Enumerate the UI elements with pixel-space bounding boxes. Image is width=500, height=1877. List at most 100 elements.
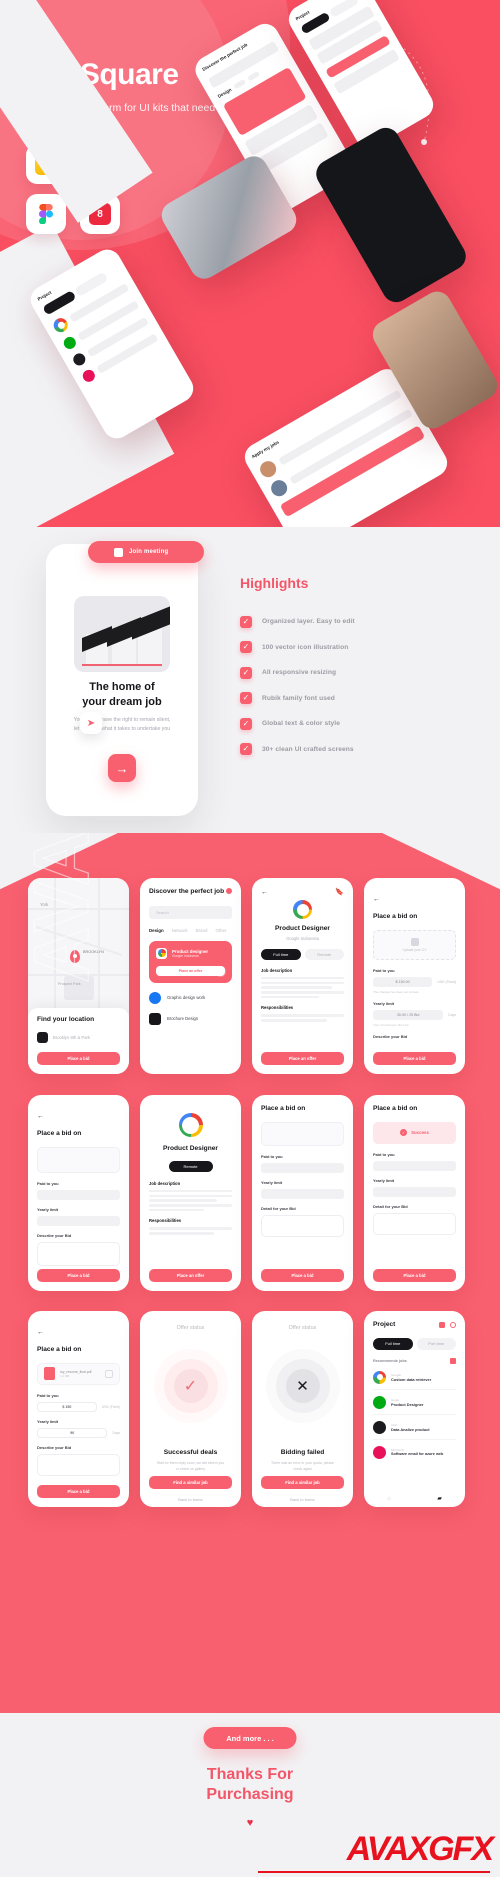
success-banner-label: Success: [411, 1130, 429, 1136]
field-value-paid[interactable]: $ 150: [62, 1405, 71, 1409]
screen-place-bid-c[interactable]: Place a bid on Paid to you Yearly limit …: [252, 1095, 353, 1291]
tab-remote[interactable]: Remote: [168, 1160, 213, 1172]
home-icon[interactable]: ⌂: [387, 1496, 391, 1502]
field-label-describe: Describe your Bid: [37, 1232, 72, 1238]
place-bid-title: Place a bid on: [37, 1346, 82, 1353]
field-value-paid[interactable]: $ 150.00: [396, 980, 410, 984]
tab-design[interactable]: Design: [149, 928, 164, 933]
job-title: Product Designer: [275, 925, 330, 932]
describe-textarea[interactable]: [37, 1241, 120, 1266]
notification-icon[interactable]: [439, 1322, 445, 1329]
screen-product-designer-google[interactable]: Product Designer Remote Job description …: [140, 1095, 241, 1291]
back-to-home-link[interactable]: Back to home: [149, 1497, 232, 1502]
place-offer-button[interactable]: Place an offer: [149, 1269, 232, 1282]
screen-place-bid-form[interactable]: ← Place a bid on Paid to you Yearly limi…: [28, 1095, 129, 1291]
delete-icon[interactable]: [105, 1369, 113, 1378]
thanks-line-1: Thanks For: [206, 1766, 294, 1783]
notification-dot-icon[interactable]: [226, 888, 232, 894]
bookmark-icon[interactable]: 🔖: [335, 888, 344, 896]
place-bid-title: Place a bid on: [373, 1105, 418, 1112]
back-to-home-link[interactable]: Back to home: [261, 1497, 344, 1502]
job-role: Software email for azure web: [391, 1452, 444, 1457]
avaxgfx-logo: AVAXGFX: [346, 1830, 494, 1868]
place-bid-button[interactable]: Place a bid: [373, 1269, 456, 1282]
detail-textarea[interactable]: [373, 1212, 456, 1235]
detail-textarea[interactable]: [261, 1214, 344, 1237]
job-role: Custom data retriever: [391, 1376, 432, 1382]
screen-place-bid-success[interactable]: Place a bid on ✓ Success Paid to you Yea…: [364, 1095, 465, 1291]
screen-place-bid-attachment[interactable]: ← Place a bid on my_resume_final.pdf 1.2…: [28, 1311, 129, 1507]
screen-discover-perfect-job[interactable]: Discover the perfect job Search Design N…: [140, 878, 241, 1074]
offer-status-title: Bidding failed: [280, 1449, 325, 1456]
screen-product-designer-detail[interactable]: ← 🔖 Product Designer Google Indonesia Fu…: [252, 878, 353, 1074]
field-value-yearly[interactable]: 30-90 / 25 Bid: [397, 1013, 419, 1017]
list-item: ✓ 30+ clean UI crafted screens: [240, 737, 355, 763]
field-unit-paid: USD (Fixed): [101, 1404, 120, 1409]
screen-find-location[interactable]: York BROOKLYN Prospect Park Find your lo…: [28, 878, 129, 1074]
tab-remote[interactable]: Remote: [304, 948, 344, 960]
check-icon: ✓: [240, 615, 252, 628]
screen-offer-status-success[interactable]: Offer status ✓ Successful deals Wait for…: [140, 1311, 241, 1507]
figma-badge[interactable]: [26, 194, 66, 234]
upload-dropzone[interactable]: Upload your CV: [373, 929, 456, 960]
dream-job-heading-line1: The home of: [89, 681, 155, 693]
place-bid-button[interactable]: Place a bid: [373, 1052, 456, 1065]
tab-network[interactable]: Network: [172, 928, 188, 933]
join-meeting-button[interactable]: Join meeting: [88, 541, 204, 563]
highlight-label: 100 vector icon illustration: [262, 643, 349, 651]
place-offer-button[interactable]: Place an offer: [179, 969, 203, 973]
field-label-yearly: Yearly limit: [261, 1179, 283, 1185]
grid-view-icon[interactable]: [450, 1357, 456, 1364]
attachment-row[interactable]: [261, 1121, 344, 1146]
upload-label: Upload your CV: [402, 947, 427, 952]
dream-job-heading-line2: your dream job: [82, 695, 162, 708]
field-value-yearly[interactable]: 90: [70, 1431, 74, 1435]
tab-other[interactable]: Other: [215, 928, 226, 933]
hero-mock-tab-design: Design: [216, 86, 233, 99]
check-icon: ✓: [240, 666, 252, 679]
bookmark-icon[interactable]: [215, 965, 226, 977]
highlight-label: Organized layer. Easy to edit: [262, 618, 355, 626]
place-bid-button[interactable]: Place a bid: [261, 1269, 344, 1282]
back-arrow-icon[interactable]: ←: [261, 889, 268, 896]
search-icon[interactable]: [450, 1322, 456, 1329]
screen-project-list[interactable]: Project Full time Part time Recommends j…: [364, 1311, 465, 1507]
place-offer-button[interactable]: Place an offer: [261, 1052, 344, 1065]
place-bid-title: Place a bid on: [373, 913, 418, 920]
send-icon[interactable]: ➤: [80, 712, 102, 734]
find-similar-job-button[interactable]: Find a similar job: [149, 1476, 232, 1489]
arrow-right-icon[interactable]: →: [108, 754, 136, 782]
tab-full-time[interactable]: Full time: [261, 948, 301, 960]
list-item-label: Graphic design work: [167, 995, 206, 1001]
place-bid-button[interactable]: Place a bid: [37, 1269, 120, 1282]
back-arrow-icon[interactable]: ←: [37, 1329, 44, 1336]
field-label-yearly: Yearly limit: [373, 1177, 395, 1183]
attachment-row[interactable]: my_resume_final.pdf 1.2 MB: [37, 1362, 120, 1385]
describe-textarea[interactable]: [37, 1453, 120, 1476]
search-input[interactable]: Search: [156, 910, 169, 915]
back-arrow-icon[interactable]: ←: [37, 1113, 44, 1120]
tab-part-time[interactable]: Part time: [416, 1337, 456, 1350]
check-icon: ✓: [240, 692, 252, 705]
avaxgfx-rule: [258, 1871, 490, 1873]
map-pin-icon: [70, 950, 80, 963]
and-more-button[interactable]: And more . . .: [203, 1727, 297, 1749]
offer-status-title: Successful deals: [163, 1449, 218, 1456]
ui-kit-presentation-page: JobSquare Job seeker platform for UI kit…: [0, 0, 500, 1877]
place-bid-button[interactable]: Place a bid: [37, 1485, 120, 1498]
back-arrow-icon[interactable]: ←: [373, 896, 380, 903]
highlight-label: 30+ clean UI crafted screens: [262, 745, 354, 753]
attachment-row[interactable]: [37, 1146, 120, 1173]
microsoft-icon: [80, 367, 98, 385]
location-field-value: Brooklyn 8th & Park: [53, 1034, 91, 1040]
tab-brand[interactable]: Brand: [196, 928, 208, 933]
job-title: Product Designer: [163, 1145, 218, 1152]
tab-full-time[interactable]: Full time: [373, 1337, 413, 1350]
field-label-yearly: Yearly limit: [373, 1000, 395, 1006]
find-similar-job-button[interactable]: Find a similar job: [261, 1476, 344, 1489]
screen-place-bid-upload[interactable]: ← Place a bid on Upload your CV Paid to …: [364, 878, 465, 1074]
place-bid-button[interactable]: Place a bid: [37, 1052, 120, 1065]
google-icon: [293, 900, 312, 919]
screen-offer-status-failed[interactable]: Offer status ✕ Bidding failed There was …: [252, 1311, 353, 1507]
briefcase-icon[interactable]: ▰: [437, 1495, 442, 1502]
